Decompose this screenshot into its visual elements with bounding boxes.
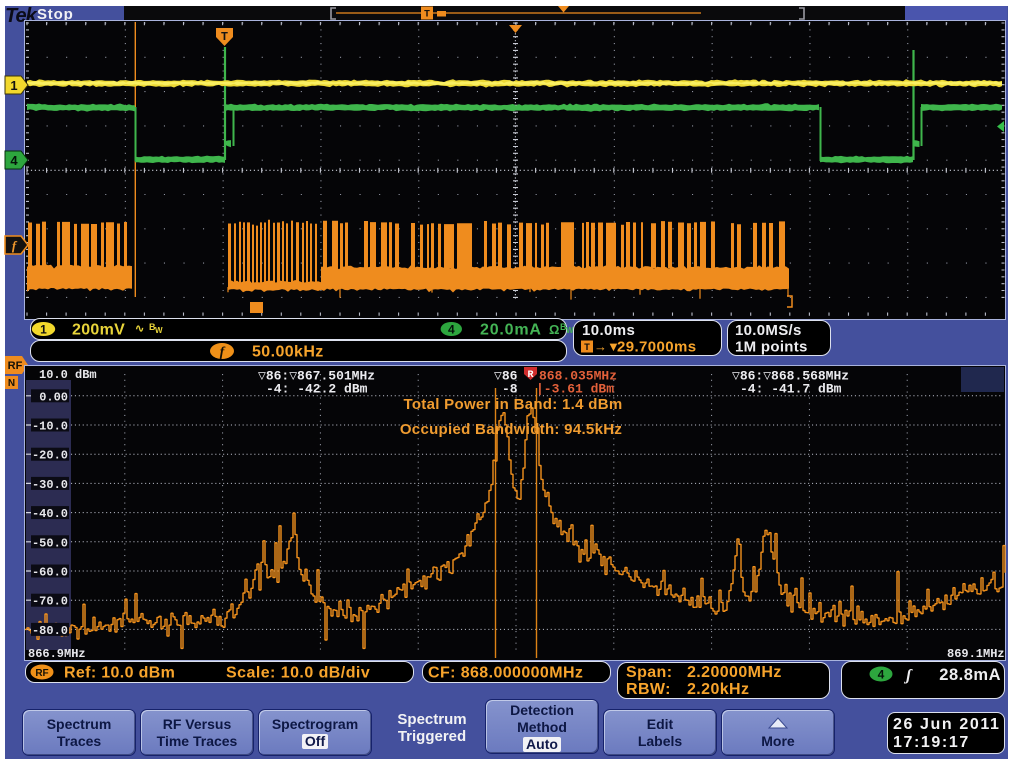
svg-text:-8: -8 [502, 382, 518, 397]
svg-text:T: T [221, 30, 228, 44]
svg-text:-50.0: -50.0 [32, 536, 68, 550]
svg-text:→▼: →▼ [594, 339, 620, 354]
svg-text:Scale: 10.0 dB/div: Scale: 10.0 dB/div [226, 665, 370, 682]
svg-text:4: 4 [878, 668, 885, 682]
svg-text:-10.0: -10.0 [32, 420, 68, 434]
svg-text:866.9MHz: 866.9MHz [28, 647, 86, 661]
svg-text:4: 4 [10, 153, 18, 168]
svg-text:29.7000ms: 29.7000ms [617, 339, 697, 356]
svg-text:2.20kHz: 2.20kHz [687, 681, 749, 698]
svg-text:CF: 868.000000MHz: CF: 868.000000MHz [428, 665, 583, 682]
svg-text:4: 4 [448, 323, 455, 337]
svg-text:0.00: 0.00 [39, 390, 68, 404]
svg-text:-30.0: -30.0 [32, 478, 68, 492]
svg-text:-4: -42.2 dBm: -4: -42.2 dBm [266, 382, 368, 397]
svg-text:-60.0: -60.0 [32, 566, 68, 580]
svg-text:W: W [155, 326, 163, 335]
svg-text:Occupied Bandwidth: 94.5kHz: Occupied Bandwidth: 94.5kHz [400, 421, 622, 438]
svg-text:N: N [8, 378, 15, 389]
svg-text:10.0MS/s: 10.0MS/s [735, 322, 802, 339]
svg-text:50.00kHz: 50.00kHz [252, 344, 324, 361]
svg-text:10.0ms: 10.0ms [582, 322, 635, 339]
svg-text:Total Power in Band: 1.4 dBm: Total Power in Band: 1.4 dBm [404, 396, 623, 413]
svg-text:Span:: Span: [626, 664, 672, 681]
svg-text:1: 1 [10, 78, 17, 93]
svg-text:20.0mA: 20.0mA [480, 322, 542, 339]
svg-text:RF: RF [8, 360, 23, 372]
svg-text:-40.0: -40.0 [32, 507, 68, 521]
svg-text:200mV: 200mV [72, 322, 125, 339]
svg-text:T: T [584, 343, 590, 354]
svg-text:1: 1 [40, 323, 47, 337]
svg-text:∿: ∿ [135, 323, 144, 335]
svg-text:869.1MHz: 869.1MHz [947, 647, 1005, 661]
svg-text:-20.0: -20.0 [32, 449, 68, 463]
svg-text:-70.0: -70.0 [32, 595, 68, 609]
svg-text:RF: RF [35, 668, 48, 679]
svg-text:T: T [424, 10, 430, 21]
svg-text:-80.0: -80.0 [32, 624, 68, 638]
svg-text:10.0 dBm: 10.0 dBm [39, 368, 97, 382]
svg-text:R: R [527, 370, 533, 381]
svg-text:Ref: 10.0 dBm: Ref: 10.0 dBm [64, 665, 175, 682]
svg-text:1M points: 1M points [735, 339, 808, 356]
svg-text:2.20000MHz: 2.20000MHz [687, 664, 782, 681]
svg-text:28.8mA: 28.8mA [939, 666, 1001, 684]
svg-text:RBW:: RBW: [626, 681, 671, 698]
svg-text:-4: -41.7 dBm: -4: -41.7 dBm [740, 382, 842, 397]
svg-text:|-3.61 dBm: |-3.61 dBm [536, 382, 614, 397]
svg-text:ʃ: ʃ [903, 667, 913, 684]
svg-text:Ω: Ω [549, 322, 559, 337]
